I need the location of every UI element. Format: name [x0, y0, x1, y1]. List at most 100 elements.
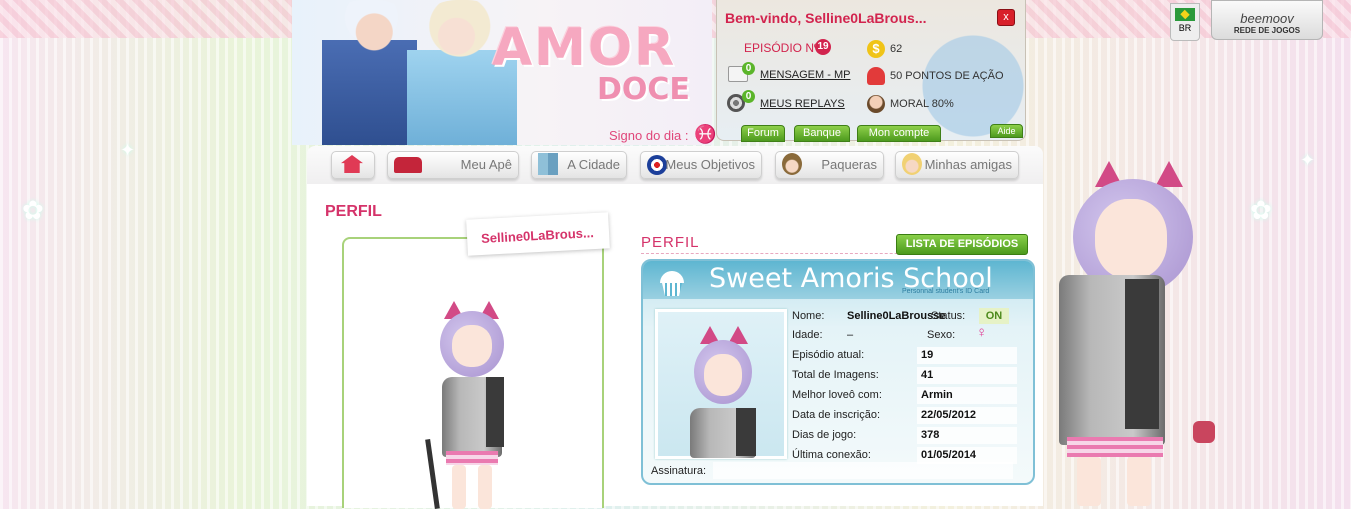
face-icon: [867, 95, 885, 113]
network-link[interactable]: beemoov REDE DE JOGOS: [1211, 0, 1323, 40]
welcome-text: Bem-vindo, Selline0LaBrous...: [725, 10, 927, 26]
dollar-icon: $: [867, 40, 885, 58]
moral-value: MORAL 80%: [890, 98, 954, 110]
avatar-frame: [342, 237, 604, 509]
replays-link[interactable]: MEUS REPLAYS: [760, 98, 845, 110]
player-avatar: [404, 289, 544, 509]
id-photo: [655, 309, 787, 459]
side-avatar: [1045, 155, 1230, 506]
money-value: 62: [890, 43, 903, 55]
pisces-icon: ♓: [694, 124, 717, 144]
sparkle-decoration: ✦: [120, 140, 136, 160]
city-icon: [538, 153, 558, 175]
row-value: 01/05/2014: [921, 449, 977, 461]
female-symbol-icon: ♀: [976, 324, 988, 341]
aide-button[interactable]: Aide: [990, 124, 1023, 138]
section-title: PERFIL: [641, 234, 700, 251]
username-tag: Selline0LaBrous...: [466, 212, 610, 256]
status-label: Status:: [931, 310, 966, 322]
nav-label: A Cidade: [567, 157, 620, 172]
cupcake-icon: [657, 271, 687, 297]
signature-label: Assinatura:: [651, 465, 707, 477]
nav-label: Meus Objetivos: [665, 157, 755, 172]
boy-icon: [782, 153, 802, 175]
row-label: Melhor loveô com:: [792, 389, 882, 401]
username-tag-text: Selline0LaBrous...: [480, 225, 595, 246]
language-code: BR: [1178, 23, 1192, 33]
nav-label: Minhas amigas: [924, 157, 1012, 172]
flower-decoration: ✿: [22, 195, 44, 225]
avatar-vest: [486, 377, 504, 447]
signature-field: [713, 462, 1013, 479]
mon-compte-button[interactable]: Mon compte: [857, 125, 941, 142]
episode-label: EPISÓDIO Nº: [744, 41, 819, 55]
brazil-flag-icon: [1175, 8, 1195, 21]
row-value: 22/05/2012: [921, 409, 977, 421]
name-label: Nome:: [792, 310, 825, 322]
nav-label: Paqueras: [821, 157, 877, 172]
target-icon: [647, 155, 667, 175]
avatar-shorts: [1067, 437, 1163, 457]
flower-decoration: ✿: [1250, 195, 1272, 225]
nav-label: Meu Apê: [460, 157, 512, 172]
avatar-glove: [1193, 421, 1215, 443]
sofa-icon: [394, 157, 422, 173]
avatar-vest: [1125, 279, 1159, 429]
home-icon: [341, 155, 363, 173]
replays-count-badge: 0: [742, 90, 755, 103]
character-art-boy: [322, 0, 417, 145]
cat-ear: [1155, 161, 1183, 187]
logo-doce[interactable]: DOCE: [597, 72, 690, 107]
avatar-face: [452, 325, 492, 367]
avatar-bat: [425, 438, 440, 509]
nav-home[interactable]: [331, 151, 375, 179]
language-selector[interactable]: BR: [1170, 3, 1200, 41]
row-label: Total de Imagens:: [792, 369, 879, 381]
row-value: 41: [921, 369, 934, 381]
network-label: REDE DE JOGOS: [1233, 26, 1301, 35]
row-label: Data de inscrição:: [792, 409, 881, 421]
avatar-face: [704, 354, 742, 396]
nav-minhas-amigas[interactable]: Minhas amigas: [895, 151, 1019, 179]
user-panel: Bem-vindo, Selline0LaBrous... x EPISÓDIO…: [716, 0, 1026, 142]
age-value: –: [847, 329, 854, 341]
messages-count-badge: 0: [742, 62, 755, 75]
banque-button[interactable]: Banque: [794, 125, 850, 142]
row-value: 19: [921, 349, 934, 361]
action-points-value: 50 PONTOS DE AÇÃO: [890, 70, 1004, 82]
nav-paqueras[interactable]: Paqueras: [775, 151, 884, 179]
main-navigation: Meu Apê A Cidade Meus Objetivos Paqueras…: [307, 146, 1043, 184]
avatar-face: [1095, 199, 1167, 279]
close-button[interactable]: x: [997, 9, 1015, 26]
avatar-leg: [478, 465, 492, 509]
action-points-icon: [867, 67, 885, 85]
avatar-leg: [1077, 457, 1101, 506]
sparkle-decoration: ✦: [1300, 150, 1316, 170]
sex-label: Sexo:: [927, 329, 956, 341]
row-label: Última conexão:: [792, 449, 871, 461]
age-label: Idade:: [792, 329, 823, 341]
avatar-leg: [452, 465, 466, 509]
status-badge: ON: [979, 308, 1009, 324]
beemoov-logo: beemoov: [1240, 11, 1294, 26]
logo-amor[interactable]: AMOR: [492, 18, 676, 78]
row-value: Armin: [921, 389, 953, 401]
row-value: 378: [921, 429, 940, 441]
nav-meus-objetivos[interactable]: Meus Objetivos: [640, 151, 762, 179]
student-id-card: Sweet Amoris School Personnal student's …: [641, 259, 1035, 485]
row-label: Episódio atual:: [792, 349, 865, 361]
page-title: PERFIL: [325, 203, 382, 220]
signo-label: Signo do dia :: [609, 128, 689, 143]
girl-icon: [902, 153, 922, 175]
nav-a-cidade[interactable]: A Cidade: [531, 151, 627, 179]
messages-link[interactable]: MENSAGEM - MP: [760, 69, 850, 81]
avatar-leg: [1127, 457, 1151, 506]
nav-meu-ape[interactable]: Meu Apê: [387, 151, 519, 179]
banner-illustration: AMOR DOCE: [292, 0, 712, 145]
episode-list-button[interactable]: LISTA DE EPISÓDIOS: [896, 234, 1028, 255]
avatar-shorts: [446, 451, 498, 465]
id-photo-avatar: [678, 322, 764, 458]
row-label: Dias de jogo:: [792, 429, 857, 441]
forum-button[interactable]: Forum: [741, 125, 785, 142]
avatar-vest: [736, 408, 756, 456]
